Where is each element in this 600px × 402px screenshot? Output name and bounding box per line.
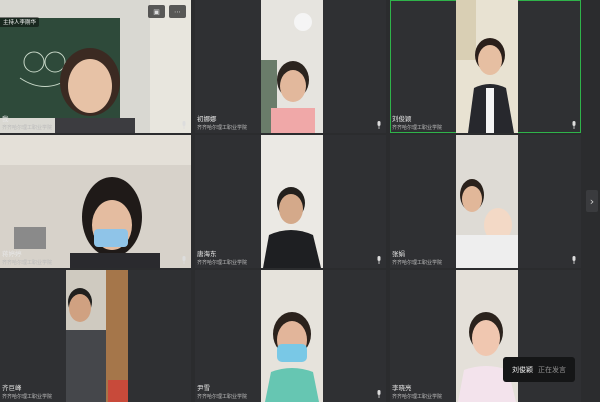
participant-school: 齐齐哈尔理工职业学院 (392, 125, 443, 131)
video-feed (261, 0, 323, 133)
participant-school: 齐齐哈尔理工职业学院 (2, 125, 53, 131)
meeting-stage: 主持人李刚华 ▣ ⋯ 我 齐齐哈尔理工职业学院 初娜娜 齐齐哈尔理工职业学院 刘… (0, 0, 600, 402)
speaking-indicator: 刘俊颖 正在发言 (503, 357, 575, 382)
mic-icon (376, 256, 382, 264)
video-tile-participant[interactable]: 蒋婷婷 齐齐哈尔理工职业学院 (0, 135, 191, 268)
host-tag: 主持人李刚华 (0, 17, 40, 27)
participant-school: 齐齐哈尔理工职业学院 (197, 125, 248, 131)
video-feed (261, 135, 323, 268)
mic-icon (376, 390, 382, 398)
video-feed (456, 135, 518, 268)
video-tile-active-speaker[interactable]: 刘俊颖 齐齐哈尔理工职业学院 (390, 0, 581, 133)
participant-name: 初娜娜 (197, 115, 217, 123)
video-tile-participant[interactable]: 尹雪 齐齐哈尔理工职业学院 (195, 270, 386, 402)
video-tile-participant[interactable]: 初娜娜 齐齐哈尔理工职业学院 (195, 0, 386, 133)
participant-name: 齐巨峰 (2, 384, 22, 392)
video-grid: 主持人李刚华 ▣ ⋯ 我 齐齐哈尔理工职业学院 初娜娜 齐齐哈尔理工职业学院 刘… (0, 0, 581, 402)
participant-school: 齐齐哈尔理工职业学院 (392, 260, 443, 266)
participant-school: 齐齐哈尔理工职业学院 (2, 394, 53, 400)
video-feed (456, 0, 518, 133)
participant-school: 齐齐哈尔理工职业学院 (2, 260, 53, 266)
participant-name: 我 (2, 115, 9, 123)
participant-name: 唐海东 (197, 250, 217, 258)
video-tile-participant[interactable]: 李晓亮 齐齐哈尔理工职业学院 (390, 270, 581, 402)
mic-icon (181, 121, 187, 129)
mic-icon (181, 256, 187, 264)
mic-icon (571, 121, 577, 129)
video-feed (261, 270, 323, 402)
video-feed (0, 135, 191, 268)
participant-name: 尹雪 (197, 384, 210, 392)
speaking-status: 正在发言 (538, 365, 566, 374)
video-tile-participant[interactable]: 齐巨峰 齐齐哈尔理工职业学院 (0, 270, 191, 402)
participant-name: 蒋婷婷 (2, 250, 22, 258)
chevron-right-icon: › (589, 194, 595, 208)
participant-school: 齐齐哈尔理工职业学院 (197, 394, 248, 400)
video-tile-participant[interactable]: 张娟 齐齐哈尔理工职业学院 (390, 135, 581, 268)
participant-school: 齐齐哈尔理工职业学院 (392, 394, 443, 400)
mic-icon (571, 256, 577, 264)
participant-name: 李晓亮 (392, 384, 412, 392)
pin-icon: ▣ (153, 7, 160, 16)
next-page-button[interactable]: › (586, 190, 598, 212)
more-button[interactable]: ⋯ (169, 5, 186, 18)
participant-school: 齐齐哈尔理工职业学院 (197, 260, 248, 266)
participant-name: 刘俊颖 (392, 115, 412, 123)
pin-button[interactable]: ▣ (148, 5, 165, 18)
speaking-name: 刘俊颖 (512, 365, 533, 374)
mic-icon (376, 121, 382, 129)
video-feed (66, 270, 128, 402)
video-tile-self[interactable]: 主持人李刚华 ▣ ⋯ 我 齐齐哈尔理工职业学院 (0, 0, 191, 133)
participant-name: 张娟 (392, 250, 405, 258)
more-icon: ⋯ (174, 7, 181, 16)
video-feed (456, 270, 518, 402)
video-tile-participant[interactable]: 唐海东 齐齐哈尔理工职业学院 (195, 135, 386, 268)
